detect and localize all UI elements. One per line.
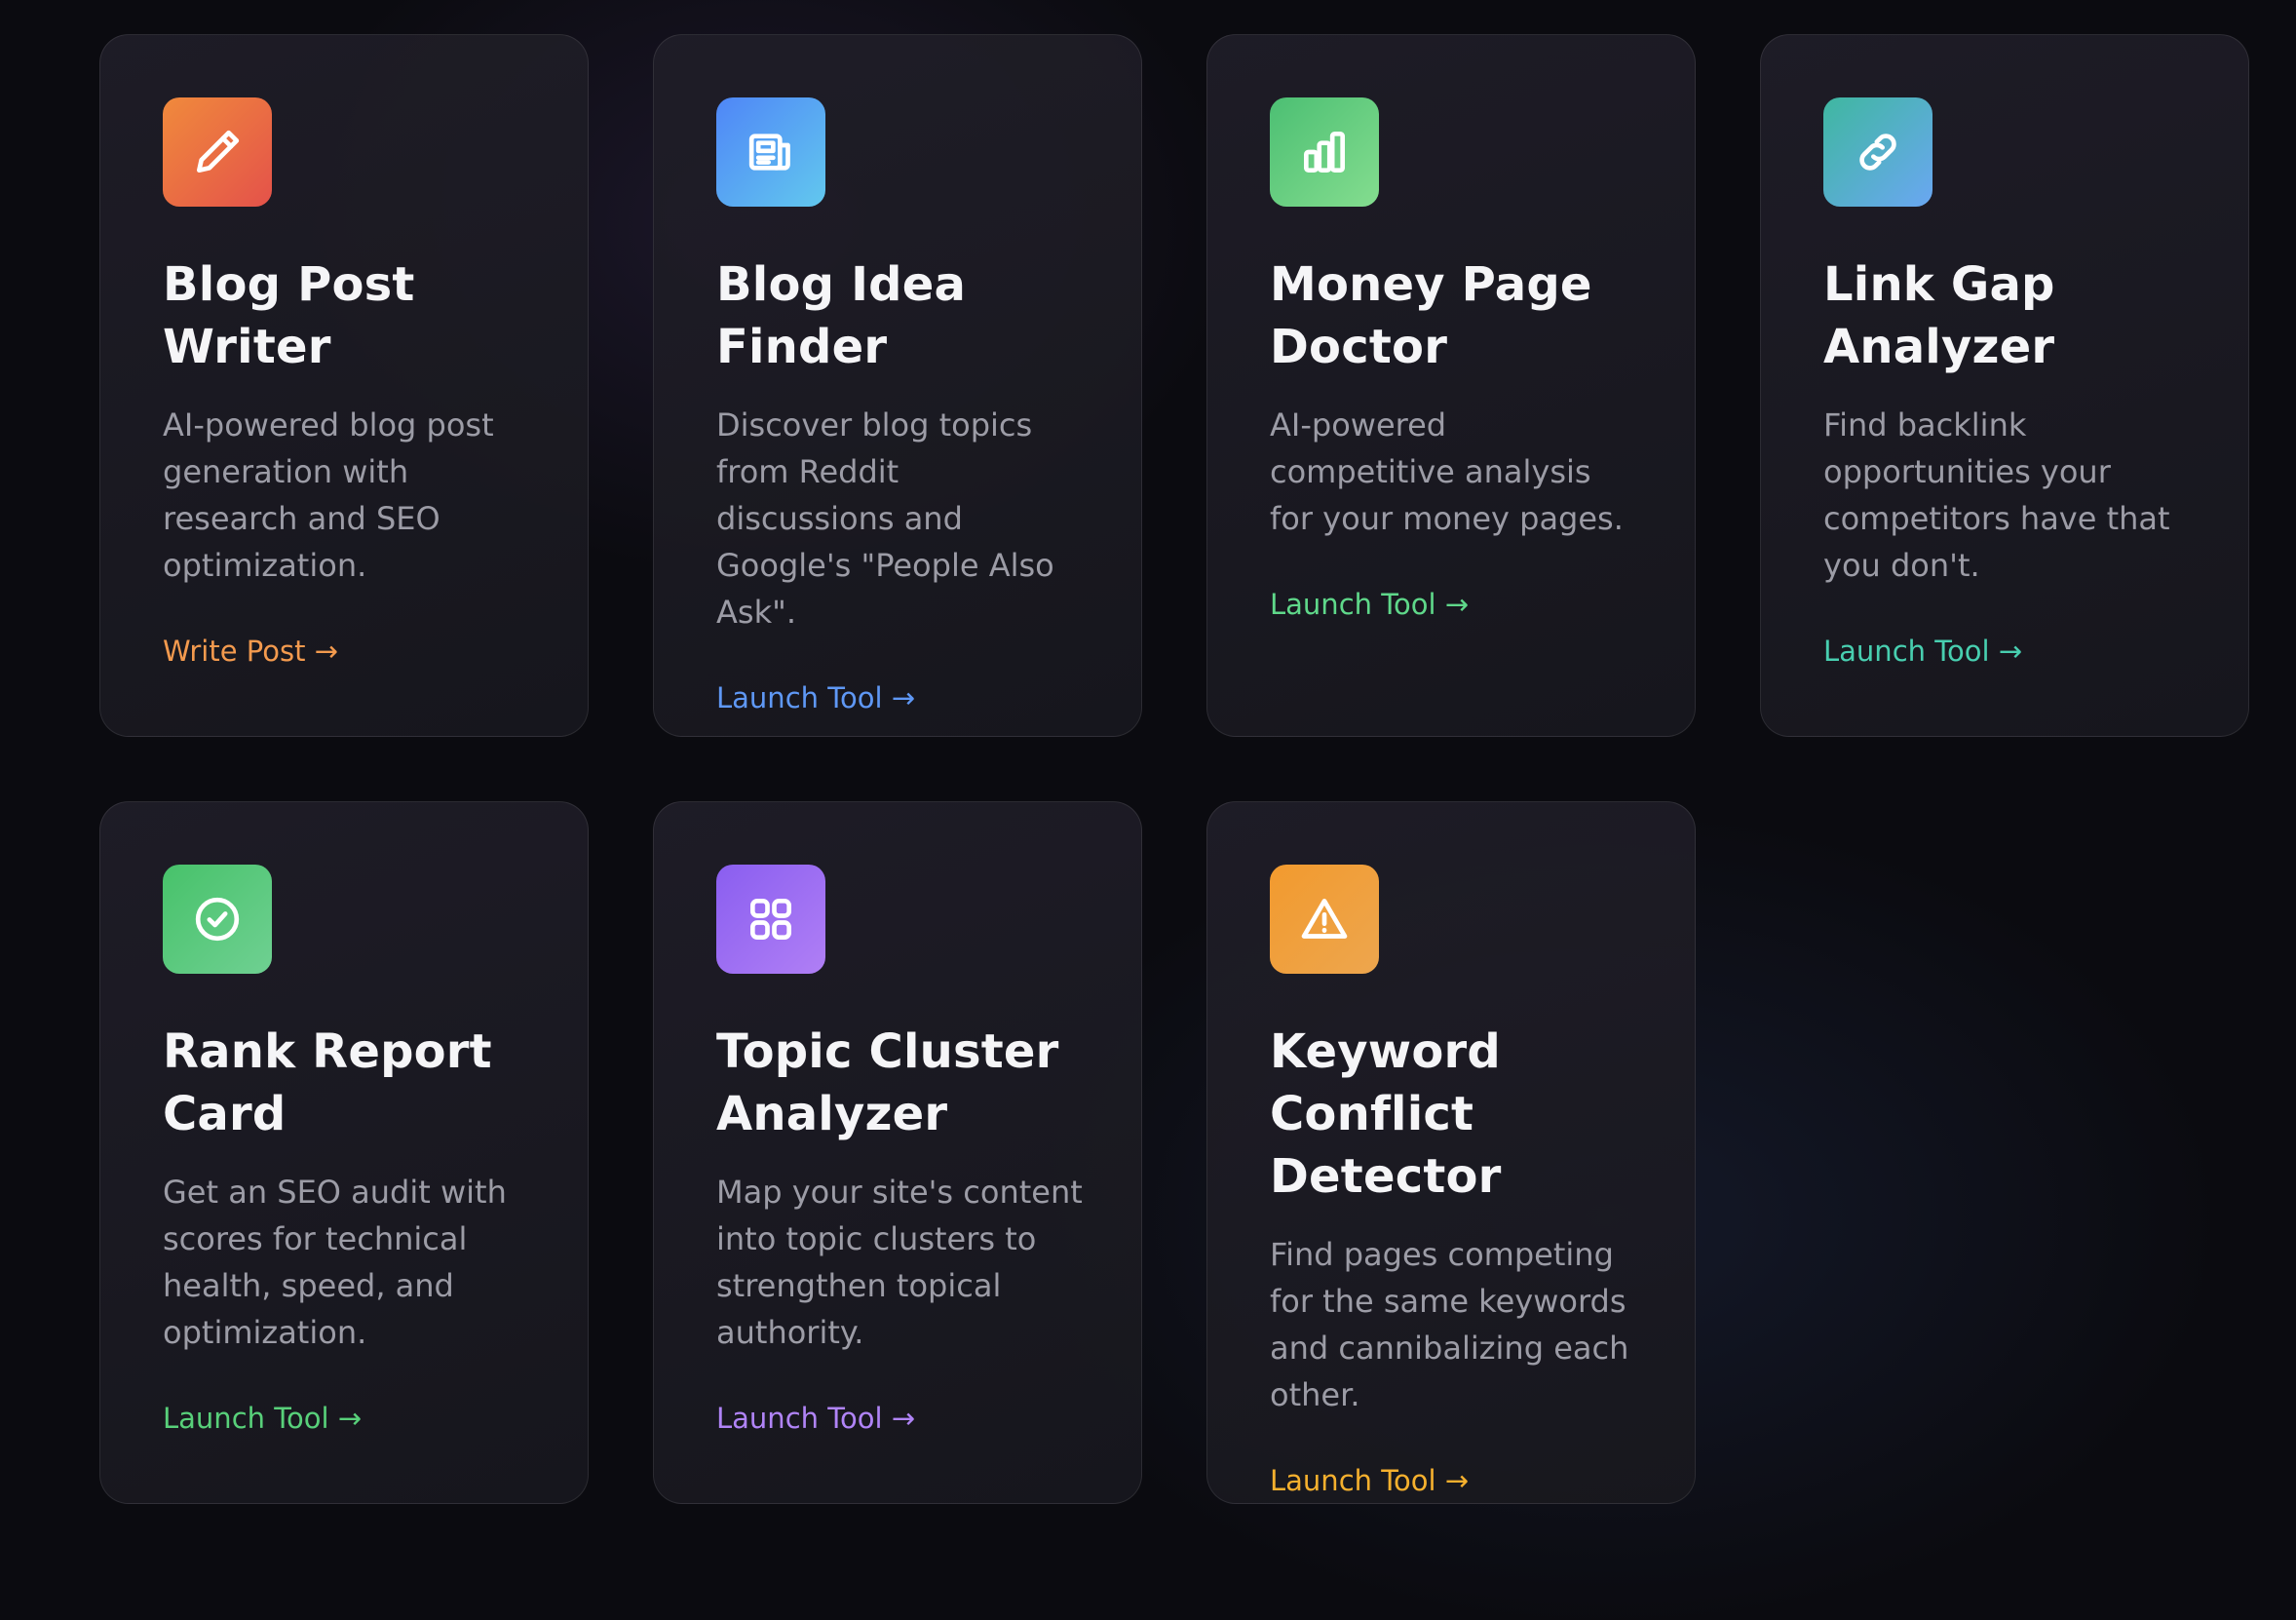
check-circle-icon	[195, 897, 240, 942]
card-title: Money Page Doctor	[1270, 257, 1592, 374]
card-description: Find backlink opportunities your competi…	[1823, 406, 2170, 584]
card-description: Find pages competing for the same keywor…	[1270, 1236, 1629, 1413]
card-title: Blog Post Writer	[163, 257, 415, 374]
icon-tile	[716, 97, 825, 207]
card-description: Map your site's content into topic clust…	[716, 1174, 1083, 1351]
tools-grid: Blog Post Writer AI-powered blog post ge…	[99, 34, 2249, 1504]
card-description: AI-powered competitive analysis for your…	[1270, 406, 1624, 537]
launch-tool-link[interactable]: Launch Tool →	[716, 678, 915, 717]
tool-card-link-gap-analyzer[interactable]: Link Gap Analyzer Find backlink opportun…	[1760, 34, 2249, 737]
card-title: Blog Idea Finder	[716, 257, 967, 374]
icon-tile	[163, 97, 272, 207]
icon-tile	[1823, 97, 1932, 207]
write-post-link[interactable]: Write Post →	[163, 632, 338, 671]
tool-card-keyword-conflict-detector[interactable]: Keyword Conflict Detector Find pages com…	[1206, 801, 1696, 1504]
warning-triangle-icon	[1301, 899, 1348, 939]
card-title: Topic Cluster Analyzer	[716, 1024, 1059, 1141]
tool-card-topic-cluster-analyzer[interactable]: Topic Cluster Analyzer Map your site's c…	[653, 801, 1142, 1504]
card-description: AI-powered blog post generation with res…	[163, 406, 494, 584]
icon-tile	[1270, 97, 1379, 207]
launch-tool-link[interactable]: Launch Tool →	[1270, 585, 1469, 624]
bar-chart-icon	[1304, 132, 1345, 174]
card-description: Get an SEO audit with scores for technic…	[163, 1174, 507, 1351]
launch-tool-link[interactable]: Launch Tool →	[716, 1399, 915, 1438]
tool-card-money-page-doctor[interactable]: Money Page Doctor AI-powered competitive…	[1206, 34, 1696, 737]
card-title: Keyword Conflict Detector	[1270, 1024, 1502, 1204]
link-icon	[1859, 134, 1896, 171]
icon-tile	[716, 865, 825, 974]
card-title: Rank Report Card	[163, 1024, 492, 1141]
icon-tile	[1270, 865, 1379, 974]
tool-card-rank-report-card[interactable]: Rank Report Card Get an SEO audit with s…	[99, 801, 589, 1504]
launch-tool-link[interactable]: Launch Tool →	[163, 1399, 362, 1438]
card-title: Link Gap Analyzer	[1823, 257, 2055, 374]
launch-tool-link[interactable]: Launch Tool →	[1270, 1461, 1469, 1500]
newspaper-icon	[748, 134, 790, 171]
tool-card-blog-idea-finder[interactable]: Blog Idea Finder Discover blog topics fr…	[653, 34, 1142, 737]
pencil-icon	[197, 130, 240, 174]
icon-tile	[163, 865, 272, 974]
card-description: Discover blog topics from Reddit discuss…	[716, 406, 1054, 631]
grid-icon	[750, 899, 791, 940]
launch-tool-link[interactable]: Launch Tool →	[1823, 632, 2022, 671]
tool-card-blog-post-writer[interactable]: Blog Post Writer AI-powered blog post ge…	[99, 34, 589, 737]
